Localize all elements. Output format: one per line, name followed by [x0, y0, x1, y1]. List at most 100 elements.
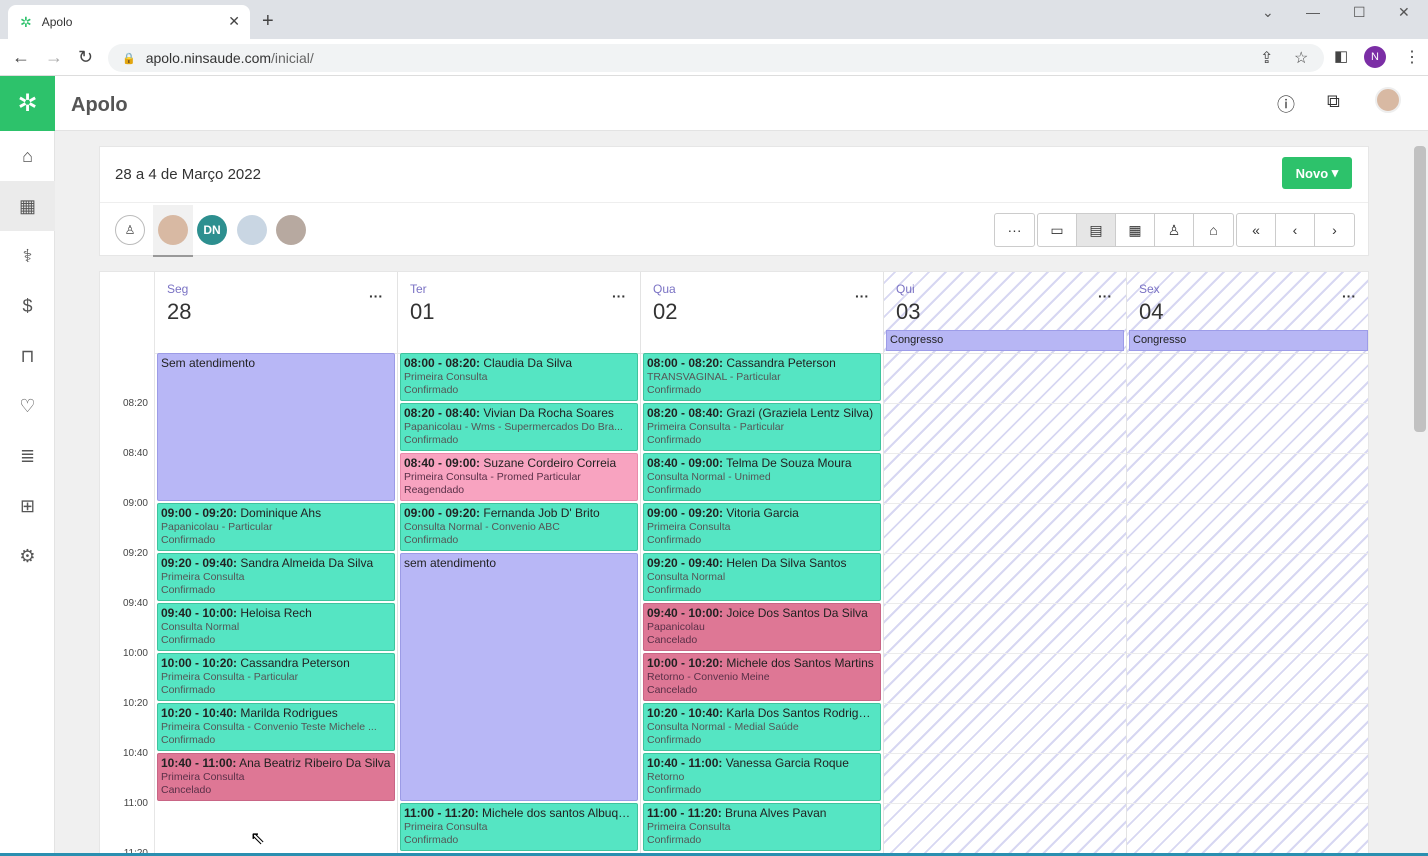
all-day-event[interactable]: Congresso — [1129, 330, 1368, 351]
chat-icon[interactable]: ⧉ — [1327, 91, 1340, 112]
appointment[interactable]: 09:00 - 09:20: Fernanda Job D' Brito Cons… — [400, 503, 638, 551]
professional-avatar-1[interactable] — [158, 215, 188, 245]
back-icon[interactable]: ← — [12, 47, 30, 68]
reload-icon[interactable]: ↻ — [78, 47, 93, 68]
appointment[interactable]: 10:20 - 10:40: Karla Dos Santos Rodrigue… — [643, 703, 881, 751]
bookmark-star-icon[interactable]: ☆ — [1294, 48, 1308, 68]
url-field[interactable]: 🔒 apolo.ninsaude.com/inicial/ ⇪ ☆ — [108, 44, 1324, 72]
previous-icon[interactable]: ‹ — [1276, 214, 1315, 246]
appointment[interactable]: 08:00 - 08:20: Cassandra Peterson TRANSVA… — [643, 353, 881, 401]
event-patient: Helen Da Silva Santos — [723, 556, 847, 570]
help-icon[interactable]: ⓘ — [1277, 91, 1295, 117]
appointment[interactable]: 08:20 - 08:40: Grazi (Graziela Lentz Sil… — [643, 403, 881, 451]
sidebar-item-settings[interactable]: ⚙ — [0, 531, 55, 581]
room-view-icon[interactable]: ⌂ — [1194, 214, 1233, 246]
time-label: 09:20 — [122, 548, 148, 559]
all-day-event[interactable]: Congresso — [886, 330, 1124, 351]
appointment[interactable]: 10:00 - 10:20: Cassandra Peterson Primeir… — [157, 653, 395, 701]
event-status: Cancelado — [647, 684, 698, 696]
event-type: Primeira Consulta — [161, 571, 245, 583]
user-avatar[interactable] — [1375, 87, 1401, 113]
sidebar-item-health[interactable]: ♡ — [0, 381, 55, 431]
event-status: Confirmado — [647, 734, 702, 746]
next-icon[interactable]: › — [1315, 214, 1354, 246]
app-header: Apolo ⓘ ⧉ — [55, 76, 1428, 131]
appointment[interactable]: 09:20 - 09:40: Helen Da Silva Santos Cons… — [643, 553, 881, 601]
grid-line — [884, 803, 1126, 804]
appointment[interactable]: 08:00 - 08:20: Claudia Da Silva Primeira … — [400, 353, 638, 401]
appointment[interactable]: 10:40 - 11:00: Vanessa Garcia Roque Retor… — [643, 753, 881, 801]
appointment[interactable]: 08:40 - 09:00: Telma De Souza Moura Consu… — [643, 453, 881, 501]
grid-line — [884, 753, 1126, 754]
professional-avatar-3[interactable] — [237, 215, 267, 245]
sidebar-item-dashboard[interactable]: ⊞ — [0, 481, 55, 531]
day-more-icon[interactable]: ··· — [1342, 288, 1356, 304]
event-patient: Karla Dos Santos Rodrigues — [723, 706, 877, 720]
calendar-icon: ▦ — [18, 195, 36, 216]
professional-avatar-4[interactable] — [276, 215, 306, 245]
appointment[interactable]: 09:40 - 10:00: Joice Dos Santos Da Silva… — [643, 603, 881, 651]
side-panel-icon[interactable]: ◧ — [1334, 47, 1348, 65]
event-type: Primeira Consulta — [404, 821, 488, 833]
appointment[interactable]: 10:40 - 11:00: Ana Beatriz Ribeiro Da Si… — [157, 753, 395, 801]
day-more-icon[interactable]: ··· — [612, 288, 626, 304]
block-event[interactable]: sem atendimento — [400, 553, 638, 801]
day-column-qua: Qua 02 ··· 08:00 - 08:20: Cassandra Pete… — [641, 272, 884, 855]
event-status: Confirmado — [404, 384, 459, 396]
share-icon[interactable]: ⇪ — [1260, 48, 1273, 68]
sidebar-item-home[interactable]: ⌂ — [0, 131, 55, 181]
appointment[interactable]: 08:40 - 09:00: Suzane Cordeiro Correia Pr… — [400, 453, 638, 501]
browser-profile-avatar[interactable]: N — [1364, 46, 1386, 68]
browser-tab[interactable]: ✲ Apolo ✕ — [8, 5, 250, 39]
close-window-icon[interactable]: ✕ — [1398, 4, 1410, 21]
appointment[interactable]: 08:20 - 08:40: Vivian Da Rocha Soares Pap… — [400, 403, 638, 451]
appointment[interactable]: 09:40 - 10:00: Heloisa Rech Consulta Norm… — [157, 603, 395, 651]
event-patient: Grazi (Graziela Lentz Silva) — [723, 406, 874, 420]
event-status: Confirmado — [161, 634, 216, 646]
appointment[interactable]: 11:00 - 11:20: Michele dos santos Albuqu… — [400, 803, 638, 851]
event-status: Confirmado — [161, 584, 216, 596]
day-view-icon[interactable]: ▭ — [1038, 214, 1077, 246]
report-icon: ≣ — [19, 445, 36, 466]
appointment[interactable]: 09:20 - 09:40: Sandra Almeida Da Silva Pr… — [157, 553, 395, 601]
week-view-icon[interactable]: ▤ — [1077, 214, 1116, 246]
new-button[interactable]: Novo ▾ — [1282, 157, 1352, 189]
time-label: 10:00 — [122, 648, 148, 659]
tab-search-icon[interactable]: ⌄ — [1262, 4, 1274, 21]
grid-line — [1127, 753, 1368, 754]
block-event[interactable]: Sem atendimento — [157, 353, 395, 501]
maximize-icon[interactable]: ☐ — [1353, 4, 1366, 21]
appointment[interactable]: 10:00 - 10:20: Michele dos Santos Martin… — [643, 653, 881, 701]
appointment[interactable]: 09:00 - 09:20: Dominique Ahs Papanicolau … — [157, 503, 395, 551]
new-tab-icon[interactable]: + — [262, 10, 274, 33]
forward-icon[interactable]: → — [45, 47, 63, 68]
sidebar-item-clinical[interactable]: ⚕ — [0, 231, 55, 281]
sidebar-item-store[interactable]: ⊓ — [0, 331, 55, 381]
mouse-cursor-icon: ⇖ — [250, 828, 266, 848]
professional-view-icon[interactable]: ♙ — [1155, 214, 1194, 246]
browser-tab-bar: ✲ Apolo ✕ + ⌄ — ☐ ✕ — [0, 0, 1428, 39]
sidebar-item-calendar[interactable]: ▦ — [0, 181, 55, 231]
minimize-icon[interactable]: — — [1306, 4, 1320, 20]
professional-avatar-dn[interactable]: DN — [197, 215, 227, 245]
appointment[interactable]: 09:00 - 09:20: Vitoria Garcia Primeira Co… — [643, 503, 881, 551]
app-logo-icon[interactable]: ✲ — [0, 76, 55, 131]
month-view-icon[interactable]: ▦ — [1116, 214, 1155, 246]
sidebar-item-financial[interactable]: $ — [0, 281, 55, 331]
event-time: 11:00 - 11:20: — [404, 806, 479, 820]
today-icon[interactable]: « — [1237, 214, 1276, 246]
day-more-icon[interactable]: ··· — [369, 288, 383, 304]
more-options-icon[interactable]: ··· — [995, 214, 1034, 246]
sidebar-item-reports[interactable]: ≣ — [0, 431, 55, 481]
home-icon: ⌂ — [22, 145, 33, 166]
browser-menu-icon[interactable]: ⋮ — [1404, 47, 1420, 67]
page-scrollbar[interactable] — [1414, 146, 1426, 432]
all-professionals-icon[interactable]: ♙ — [115, 215, 145, 245]
appointment[interactable]: 10:20 - 10:40: Marilda Rodrigues Primeira… — [157, 703, 395, 751]
day-more-icon[interactable]: ··· — [1098, 288, 1112, 304]
grid-line — [884, 603, 1126, 604]
appointment[interactable]: 11:00 - 11:20: Bruna Alves Pavan Primeira… — [643, 803, 881, 851]
event-time: 10:40 - 11:00: — [161, 756, 237, 770]
day-more-icon[interactable]: ··· — [855, 288, 869, 304]
close-tab-icon[interactable]: ✕ — [228, 13, 240, 30]
